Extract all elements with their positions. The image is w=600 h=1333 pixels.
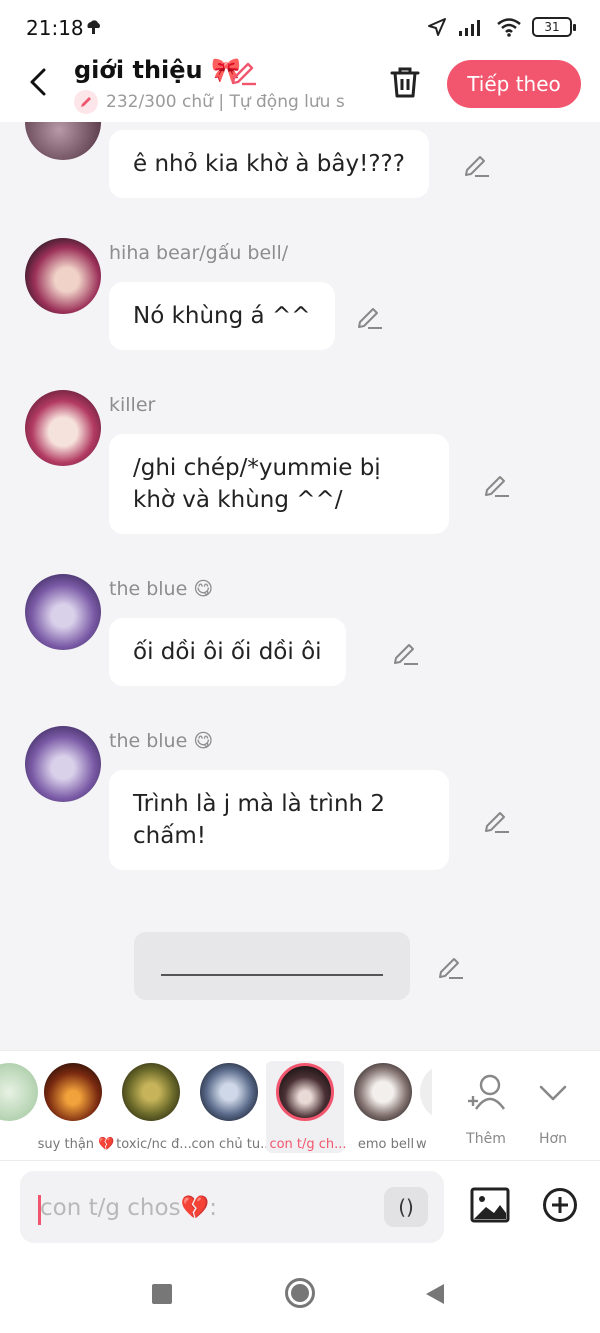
character-item[interactable]: w (410, 1061, 432, 1153)
trash-icon[interactable] (388, 64, 422, 100)
edit-title-icon[interactable] (228, 56, 258, 86)
signal-icon (459, 20, 480, 36)
character-selector: suy thận 💔 toxic/nc đ... con chủ tu... c… (0, 1050, 600, 1160)
add-character-button[interactable]: Thêm (456, 1063, 516, 1153)
back-triangle-icon[interactable] (424, 1282, 446, 1306)
word-count-status: 232/300 chữ | Tự động lưu s (74, 90, 364, 114)
chat-list[interactable]: ê nhỏ kia khờ à bây!??? hiha bear/gấu be… (0, 122, 600, 1050)
clock: 21:18 (26, 16, 84, 40)
edit-message-icon[interactable] (392, 638, 420, 666)
blank-line (161, 974, 383, 976)
avatar[interactable] (25, 390, 101, 466)
header: giới thiệu 🎀 232/300 chữ | Tự động lưu s… (0, 56, 600, 122)
message-bubble[interactable]: ối dồi ôi ối dồi ôi (109, 618, 346, 686)
edit-message-icon[interactable] (356, 302, 384, 330)
status-bar: 21:18 31 (0, 0, 600, 56)
composer: con t/g chos💔: () (0, 1160, 600, 1253)
more-button[interactable]: Hơn (523, 1063, 583, 1153)
back-arrow-icon[interactable] (24, 66, 52, 98)
avatar[interactable] (25, 122, 101, 160)
home-icon[interactable] (284, 1277, 316, 1309)
add-icon[interactable] (542, 1187, 578, 1223)
recents-icon[interactable] (151, 1283, 173, 1305)
empty-message-slot[interactable] (134, 932, 410, 1000)
message-text: Nó khùng á ^^ (133, 303, 311, 329)
system-nav-bar (0, 1253, 600, 1333)
battery-indicator: 31 (532, 17, 576, 37)
character-item[interactable]: suy thận 💔 (34, 1061, 114, 1153)
add-person-icon (468, 1074, 505, 1110)
character-name: the blue 😋 (109, 730, 214, 752)
character-name: hiha bear/gấu bell/ (109, 242, 289, 264)
message-bubble[interactable]: /ghi chép/*yummie bị khờ và khùng ^^/ (109, 434, 449, 534)
message-text: ê nhỏ kia khờ à bây!??? (133, 151, 405, 177)
image-icon[interactable] (470, 1185, 510, 1225)
character-label: suy thận 💔 (37, 1137, 115, 1152)
avatar[interactable] (25, 574, 101, 650)
avatar[interactable] (25, 726, 101, 802)
next-button[interactable]: Tiếp theo (447, 60, 581, 108)
message-bubble[interactable]: ê nhỏ kia khờ à bây!??? (109, 130, 429, 198)
character-item[interactable]: toxic/nc đ... (112, 1061, 192, 1153)
character-label: toxic/nc đ... (116, 1137, 192, 1152)
character-item[interactable]: con chủ tu... (190, 1061, 272, 1153)
character-label: w (416, 1137, 427, 1152)
edit-message-icon[interactable] (483, 806, 511, 834)
message-text: /ghi chép/*yummie bị khờ và khùng ^^/ (133, 455, 381, 513)
page-title: giới thiệu 🎀 (74, 56, 241, 84)
edit-message-icon[interactable] (463, 150, 491, 178)
message-bubble[interactable]: Trình là j mà là trình 2 chấm! (109, 770, 449, 870)
message-text: Trình là j mà là trình 2 chấm! (133, 791, 386, 849)
pencil-icon (74, 90, 98, 114)
chevron-down-icon (539, 1085, 567, 1101)
wifi-icon (497, 18, 521, 37)
avatar[interactable] (25, 238, 101, 314)
character-label: con chủ tu... (191, 1137, 273, 1152)
word-count-text: 232/300 chữ | Tự động lưu s (106, 92, 345, 112)
weather-icon (87, 20, 100, 34)
edit-message-icon[interactable] (483, 470, 511, 498)
location-icon (428, 18, 446, 36)
message-bubble[interactable]: Nó khùng á ^^ (109, 282, 335, 350)
character-item-selected[interactable]: con t/g ch... (266, 1061, 347, 1153)
message-text: ối dồi ôi ối dồi ôi (133, 639, 322, 665)
message-input[interactable]: con t/g chos💔: () (20, 1171, 444, 1243)
more-label: Hơn (539, 1131, 567, 1147)
input-placeholder: con t/g chos💔: (40, 1195, 217, 1221)
character-name: killer (109, 394, 156, 416)
parenthesis-button[interactable]: () (384, 1187, 428, 1227)
character-label: con t/g ch... (269, 1137, 347, 1152)
character-name: the blue 😋 (109, 578, 214, 600)
edit-message-icon[interactable] (437, 952, 465, 980)
add-label: Thêm (466, 1131, 506, 1147)
